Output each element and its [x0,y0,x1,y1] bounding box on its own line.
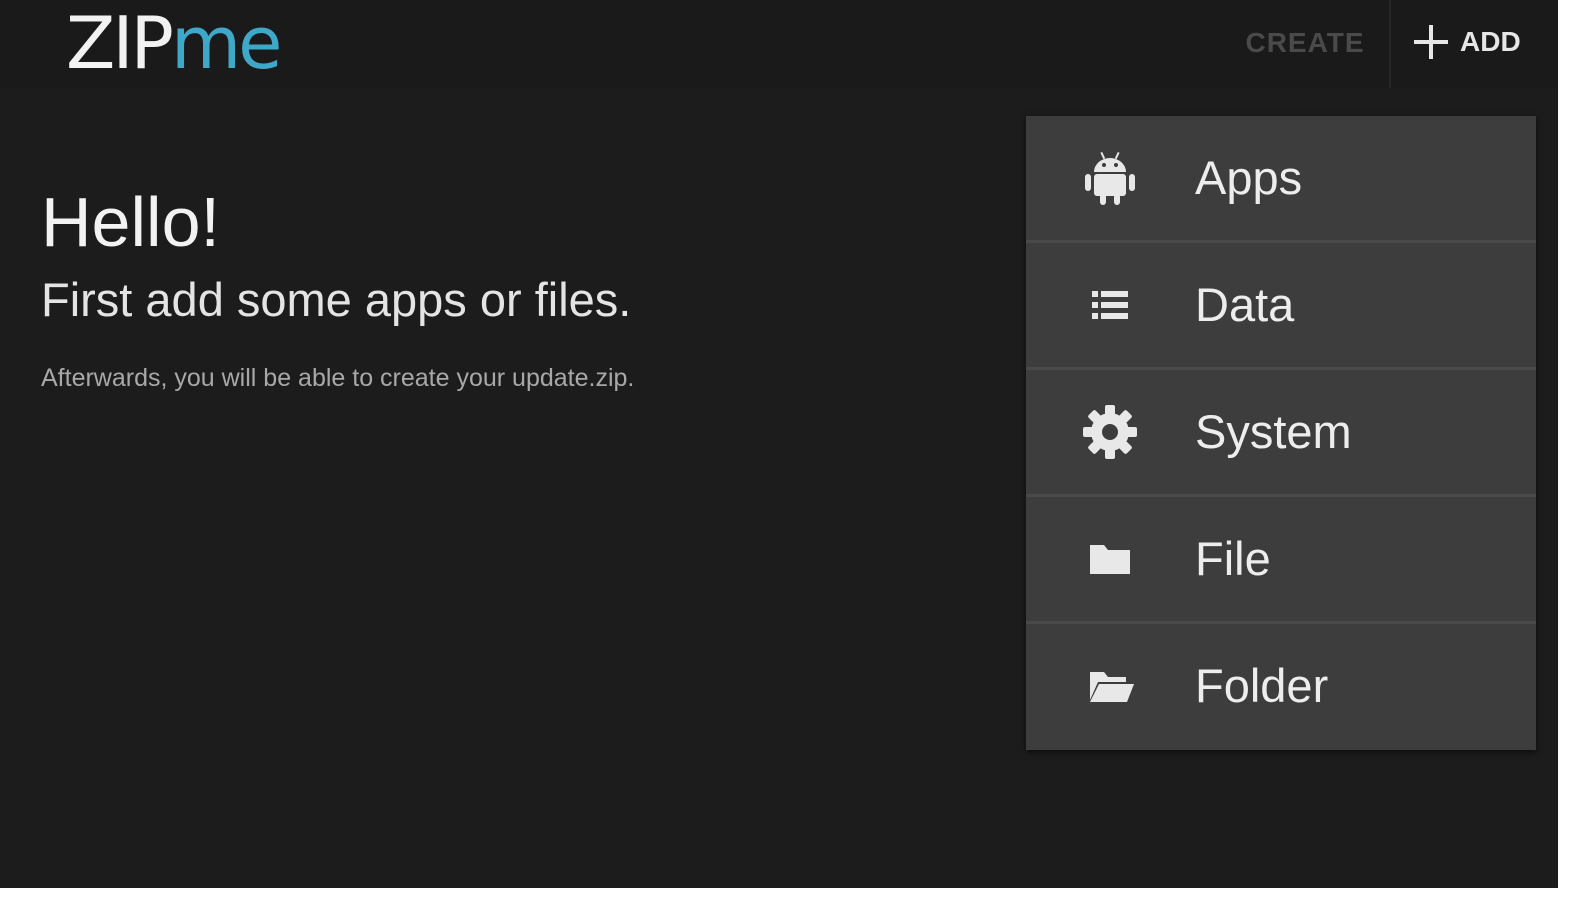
logo-zip-text: ZIP [66,1,174,85]
plus-icon [1414,25,1448,59]
instruction-text: First add some apps or files. [41,273,632,326]
folder-icon [1080,656,1140,716]
menu-item-folder[interactable]: Folder [1026,624,1536,748]
menu-item-label: Apps [1195,151,1303,204]
app-screen: ZIPme CREATE ADD Hello! First add some a… [0,0,1558,888]
action-bar: ZIPme CREATE ADD [0,0,1558,88]
menu-item-system[interactable]: System [1026,370,1536,494]
list-icon [1080,275,1140,335]
create-button[interactable]: CREATE [1238,22,1372,64]
menu-item-label: Data [1195,278,1295,331]
file-icon [1080,529,1140,589]
app-logo: ZIPme [66,1,282,85]
menu-item-data[interactable]: Data [1026,243,1536,367]
add-button[interactable]: ADD [1412,18,1521,66]
menu-item-label: Folder [1195,659,1329,712]
hint-text: Afterwards, you will be able to create y… [41,364,635,392]
add-button-label: ADD [1460,26,1521,57]
gear-icon [1080,402,1140,462]
android-icon [1080,148,1140,208]
menu-item-label: System [1195,405,1352,458]
add-dropdown-menu: Apps Data System File Folder [1026,116,1536,750]
menu-item-apps[interactable]: Apps [1026,116,1536,240]
menu-item-label: File [1195,532,1271,585]
greeting-heading: Hello! [41,183,220,261]
actionbar-divider [1389,0,1391,88]
menu-item-file[interactable]: File [1026,497,1536,621]
logo-me-text: me [170,1,282,85]
